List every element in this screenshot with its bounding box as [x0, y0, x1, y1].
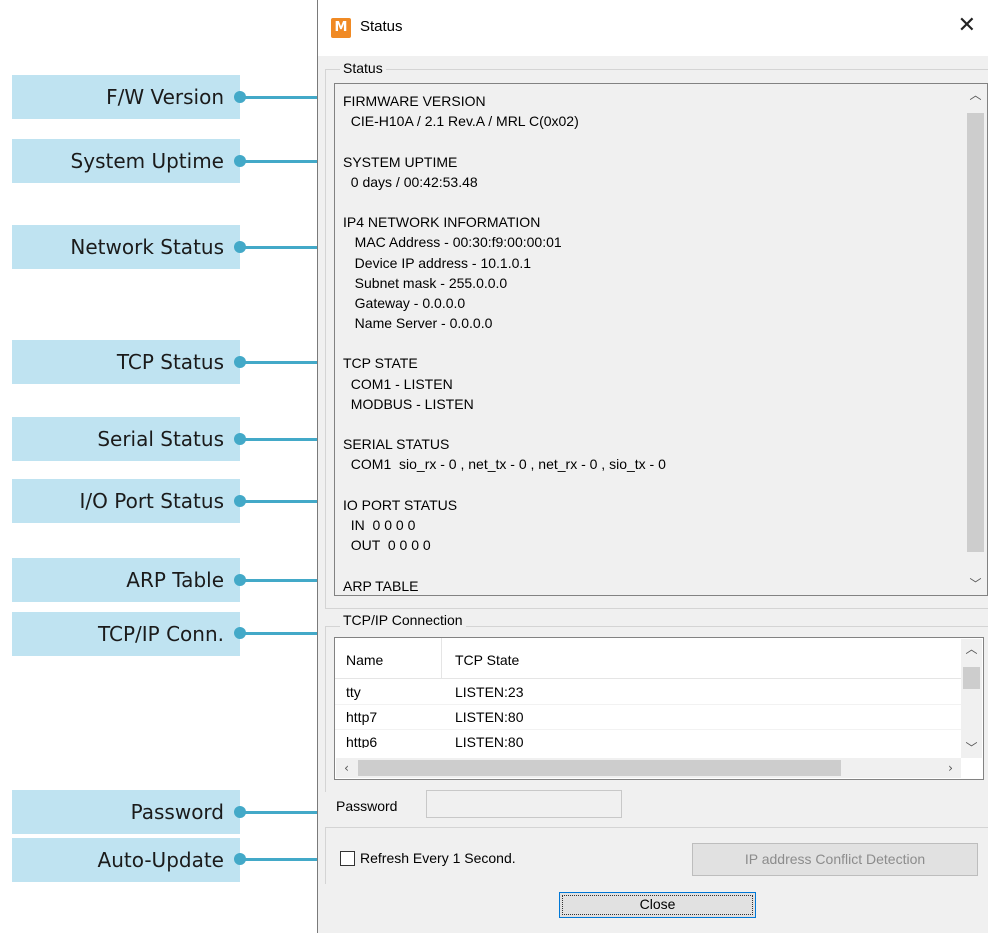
status-line: Gateway - 0.0.0.0 — [343, 294, 466, 311]
callout-label: Network Status — [12, 225, 240, 269]
scroll-right-icon[interactable]: › — [940, 758, 961, 778]
scroll-down-icon[interactable]: ﹀ — [961, 738, 982, 758]
callout-label: TCP Status — [12, 340, 240, 384]
status-line — [343, 475, 666, 495]
status-line — [343, 192, 666, 212]
cell-tcp-state: LISTEN:80 — [455, 734, 524, 748]
list-horizontal-scrollbar[interactable]: ‹ › — [336, 758, 961, 778]
status-line: OUT 0 0 0 0 — [343, 537, 431, 554]
scroll-up-icon[interactable]: ︿ — [961, 639, 982, 659]
scroll-up-icon[interactable]: ︿ — [965, 85, 986, 105]
status-textbox[interactable]: FIRMWARE VERSION CIE-H10A / 2.1 Rev.A / … — [334, 83, 988, 596]
password-label: Password — [336, 798, 398, 814]
cell-name: http7 — [346, 709, 378, 725]
status-line: Subnet mask - 255.0.0.0 — [343, 274, 508, 291]
column-header-name[interactable]: Name — [346, 652, 383, 668]
cell-name: http6 — [346, 734, 378, 748]
refresh-checkbox[interactable] — [340, 851, 355, 866]
cell-tcp-state: LISTEN:80 — [455, 709, 524, 725]
scroll-thumb[interactable] — [963, 667, 980, 689]
status-vertical-scrollbar[interactable]: ︿ ﹀ — [965, 85, 986, 594]
tcpip-connection-list[interactable]: Name TCP State tty LISTEN:23 http7 LISTE… — [334, 637, 984, 780]
status-line: 0 days / 00:42:53.48 — [343, 173, 478, 190]
status-dialog: M Status ✕ Status FIRMWARE VERSION CIE-H… — [317, 0, 988, 933]
status-line: Device IP address - 10.1.0.1 — [343, 254, 532, 271]
column-header-tcp-state[interactable]: TCP State — [455, 652, 519, 668]
refresh-checkbox-label[interactable]: Refresh Every 1 Second. — [360, 850, 516, 866]
password-field[interactable] — [426, 790, 622, 818]
close-icon[interactable]: ✕ — [958, 14, 976, 38]
status-line: IN 0 0 0 0 — [343, 516, 416, 533]
status-group-label: Status — [340, 60, 386, 76]
status-line: IP4 NETWORK INFORMATION — [343, 214, 541, 231]
status-line: ARP TABLE — [343, 577, 419, 594]
status-line: CIE-H10A / 2.1 Rev.A / MRL C(0x02) — [343, 113, 579, 130]
scroll-left-icon[interactable]: ‹ — [336, 758, 357, 778]
status-line — [343, 131, 666, 151]
callout-label: Serial Status — [12, 417, 240, 461]
ip-conflict-detection-button[interactable]: IP address Conflict Detection — [692, 843, 978, 876]
status-line: MODBUS - LISTEN — [343, 395, 474, 412]
list-row[interactable]: http6 LISTEN:80 — [335, 730, 961, 748]
close-button[interactable]: Close — [559, 892, 756, 918]
status-line: SERIAL STATUS — [343, 436, 450, 453]
list-row[interactable]: http7 LISTEN:80 — [335, 705, 961, 730]
app-icon: M — [331, 18, 351, 38]
cell-name: tty — [346, 684, 361, 700]
title-bar[interactable]: M Status ✕ — [318, 0, 988, 56]
list-row[interactable]: tty LISTEN:23 — [335, 680, 961, 705]
status-line: IO PORT STATUS — [343, 496, 458, 513]
scroll-thumb[interactable] — [358, 760, 841, 776]
status-line: COM1 - LISTEN — [343, 375, 453, 392]
window-title: Status — [360, 18, 403, 35]
status-line: Name Server - 0.0.0.0 — [343, 315, 493, 332]
callout-label: Password — [12, 790, 240, 834]
tcpip-group-label: TCP/IP Connection — [340, 612, 466, 628]
list-header: Name TCP State — [335, 638, 961, 679]
callout-label: I/O Port Status — [12, 479, 240, 523]
status-line: MAC Address - 00:30:f9:00:00:01 — [343, 234, 562, 251]
status-line: TCP STATE — [343, 355, 418, 372]
scroll-down-icon[interactable]: ﹀ — [965, 574, 986, 594]
scroll-thumb[interactable] — [967, 113, 984, 552]
callout-label: System Uptime — [12, 139, 240, 183]
cell-tcp-state: LISTEN:23 — [455, 684, 524, 700]
status-line: SYSTEM UPTIME — [343, 153, 458, 170]
status-line: FIRMWARE VERSION — [343, 93, 486, 109]
callout-label: TCP/IP Conn. — [12, 612, 240, 656]
column-divider[interactable] — [441, 638, 442, 678]
callout-label: ARP Table — [12, 558, 240, 602]
status-line — [343, 333, 666, 353]
status-text: FIRMWARE VERSION CIE-H10A / 2.1 Rev.A / … — [343, 91, 666, 596]
status-line — [343, 414, 666, 434]
list-vertical-scrollbar[interactable]: ︿ ﹀ — [961, 639, 982, 758]
status-line — [343, 555, 666, 575]
callout-label: Auto-Update — [12, 838, 240, 882]
callout-label: F/W Version — [12, 75, 240, 119]
status-line: COM1 sio_rx - 0 , net_tx - 0 , net_rx - … — [343, 456, 666, 473]
